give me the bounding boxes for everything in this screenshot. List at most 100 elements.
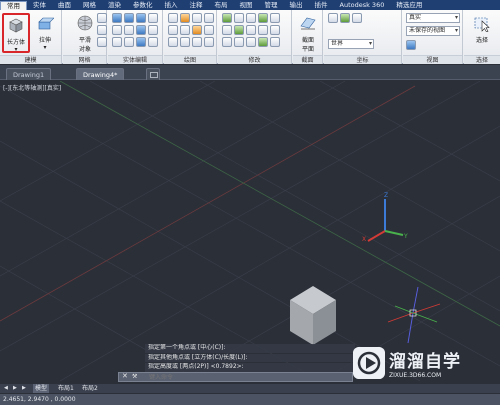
ribbon-tab[interactable]: 精选应用 xyxy=(390,1,428,10)
section-plane-label: 截面 xyxy=(301,37,314,44)
ribbon-tab[interactable]: 渲染 xyxy=(102,1,127,10)
fillet-button[interactable] xyxy=(222,25,232,35)
copy-button[interactable] xyxy=(246,13,256,23)
visual-style-combo[interactable]: 真实 ▾ xyxy=(406,13,460,23)
ribbon-tab[interactable]: 注释 xyxy=(184,1,209,10)
mesh-tool-button[interactable] xyxy=(97,13,107,23)
solid-edit-button[interactable] xyxy=(136,37,146,47)
trim-button[interactable] xyxy=(222,37,232,47)
modify-tool-button[interactable] xyxy=(270,37,280,47)
box-button[interactable]: 长方体 ▾ xyxy=(2,13,30,53)
modify-tool-button[interactable] xyxy=(270,13,280,23)
mesh-tool-button[interactable] xyxy=(97,37,107,47)
erase-button[interactable] xyxy=(246,37,256,47)
ucs-button[interactable] xyxy=(328,13,338,23)
spline-button[interactable] xyxy=(192,25,202,35)
scale-button[interactable] xyxy=(234,25,244,35)
draw-tool-button[interactable] xyxy=(180,37,190,47)
ucs-combo[interactable]: 世界 ▾ xyxy=(328,39,374,49)
command-line: ✕ ⚒ xyxy=(118,372,353,382)
solid-edit-button[interactable] xyxy=(124,25,134,35)
section-plane-button[interactable]: 截面 平面 xyxy=(294,13,322,53)
smooth-object-button[interactable]: 平滑 对象 xyxy=(71,13,99,53)
panel-label: 坐标 xyxy=(324,55,401,64)
ellipse-button[interactable] xyxy=(204,25,214,35)
intersect-button[interactable] xyxy=(136,13,146,23)
modify-tool-button[interactable] xyxy=(270,25,280,35)
ucs-button[interactable] xyxy=(340,13,350,23)
subtract-button[interactable] xyxy=(124,13,134,23)
layout-tab-layout2[interactable]: 布局2 xyxy=(80,384,100,393)
panel-label: 网格 xyxy=(63,55,106,64)
ribbon: 长方体 ▾ 拉伸 ▾ 建模 平滑 对象 网格 实体编辑 绘图 修改 截面 平面 … xyxy=(0,10,500,64)
close-icon[interactable]: ✕ xyxy=(122,372,128,380)
solid-edit-button[interactable] xyxy=(148,37,158,47)
svg-text:Y: Y xyxy=(403,233,408,240)
doc-tab-drawing1[interactable]: Drawing1 xyxy=(6,68,52,80)
ribbon-tab[interactable]: 参数化 xyxy=(127,1,159,10)
viewport-controls-label[interactable]: [-][东北等轴测][真实] xyxy=(3,83,61,92)
watermark-title: 溜溜自学 xyxy=(389,352,461,372)
union-button[interactable] xyxy=(112,13,122,23)
modify-tool-button[interactable] xyxy=(258,37,268,47)
ucs-button[interactable] xyxy=(352,13,362,23)
layout-tab-layout1[interactable]: 布局1 xyxy=(56,384,76,393)
ribbon-tab[interactable]: 曲面 xyxy=(52,1,77,10)
new-tab-button[interactable] xyxy=(146,68,160,80)
smooth-label: 平滑 xyxy=(78,37,91,44)
last-layout-arrow-icon[interactable]: ▶ xyxy=(20,384,28,393)
viewport-config-button[interactable] xyxy=(406,40,416,50)
draw-tool-button[interactable] xyxy=(192,37,202,47)
ribbon-tab[interactable]: 布局 xyxy=(209,1,234,10)
move-button[interactable] xyxy=(222,13,232,23)
array-button[interactable] xyxy=(246,25,256,35)
model-space-canvas[interactable]: Z X Y xyxy=(0,81,500,381)
ribbon-tab[interactable]: 常用 xyxy=(0,1,27,10)
panel-label: 选择 xyxy=(464,55,500,64)
polygon-button[interactable] xyxy=(180,25,190,35)
panel-label: 实体编辑 xyxy=(108,55,162,64)
doc-tab-drawing4[interactable]: Drawing4* xyxy=(76,68,125,80)
ribbon-tab[interactable]: 插件 xyxy=(309,1,334,10)
arc-button[interactable] xyxy=(204,13,214,23)
solid-edit-button[interactable] xyxy=(136,25,146,35)
draw-tool-button[interactable] xyxy=(168,37,178,47)
coordinate-readout[interactable]: 2.4651, 2.9470 , 0.0000 xyxy=(3,396,76,403)
doc-tab-label: Drawing1 xyxy=(13,71,45,79)
solid-edit-button[interactable] xyxy=(112,25,122,35)
ribbon-tab[interactable]: 网格 xyxy=(77,1,102,10)
modify-tool-button[interactable] xyxy=(258,25,268,35)
solid-edit-button[interactable] xyxy=(124,37,134,47)
ribbon-tab[interactable]: 管理 xyxy=(259,1,284,10)
ribbon-tab[interactable]: Autodesk 360 xyxy=(334,1,391,10)
mirror-button[interactable] xyxy=(258,13,268,23)
rectangle-button[interactable] xyxy=(168,25,178,35)
next-layout-arrow-icon[interactable]: ▶ xyxy=(11,384,19,393)
select-button[interactable]: 选择 xyxy=(468,13,496,53)
circle-button[interactable] xyxy=(192,13,202,23)
drawing-viewport[interactable]: Z X Y [-][东北等轴测][真实] xyxy=(0,81,500,381)
solid-edit-button[interactable] xyxy=(112,37,122,47)
ribbon-tab[interactable]: 视图 xyxy=(234,1,259,10)
ribbon-tab[interactable]: 插入 xyxy=(159,1,184,10)
ribbon-tab[interactable]: 输出 xyxy=(284,1,309,10)
extrude-button[interactable]: 拉伸 ▾ xyxy=(31,13,59,53)
rotate-button[interactable] xyxy=(234,13,244,23)
view-combo[interactable]: 未保存的视图 ▾ xyxy=(406,26,460,36)
new-tab-icon xyxy=(150,72,158,78)
ribbon-tab[interactable]: 实体 xyxy=(27,1,52,10)
offset-button[interactable] xyxy=(234,37,244,47)
first-layout-arrow-icon[interactable]: ◀ xyxy=(2,384,10,393)
solid-edit-button[interactable] xyxy=(148,13,158,23)
chevron-down-icon: ▾ xyxy=(368,40,372,47)
polyline-button[interactable] xyxy=(180,13,190,23)
line-button[interactable] xyxy=(168,13,178,23)
wrench-icon[interactable]: ⚒ xyxy=(132,373,137,380)
layout-tab-bar: ◀ ▶ ▶ 模型 布局1 布局2 xyxy=(0,384,500,393)
solid-edit-button[interactable] xyxy=(148,25,158,35)
draw-tool-button[interactable] xyxy=(204,37,214,47)
command-history-line: 指定其他角点或 [立方体(C)/长度(L)]: xyxy=(145,353,355,362)
command-input[interactable] xyxy=(149,374,349,381)
layout-tab-model[interactable]: 模型 xyxy=(33,384,50,393)
mesh-tool-button[interactable] xyxy=(97,25,107,35)
